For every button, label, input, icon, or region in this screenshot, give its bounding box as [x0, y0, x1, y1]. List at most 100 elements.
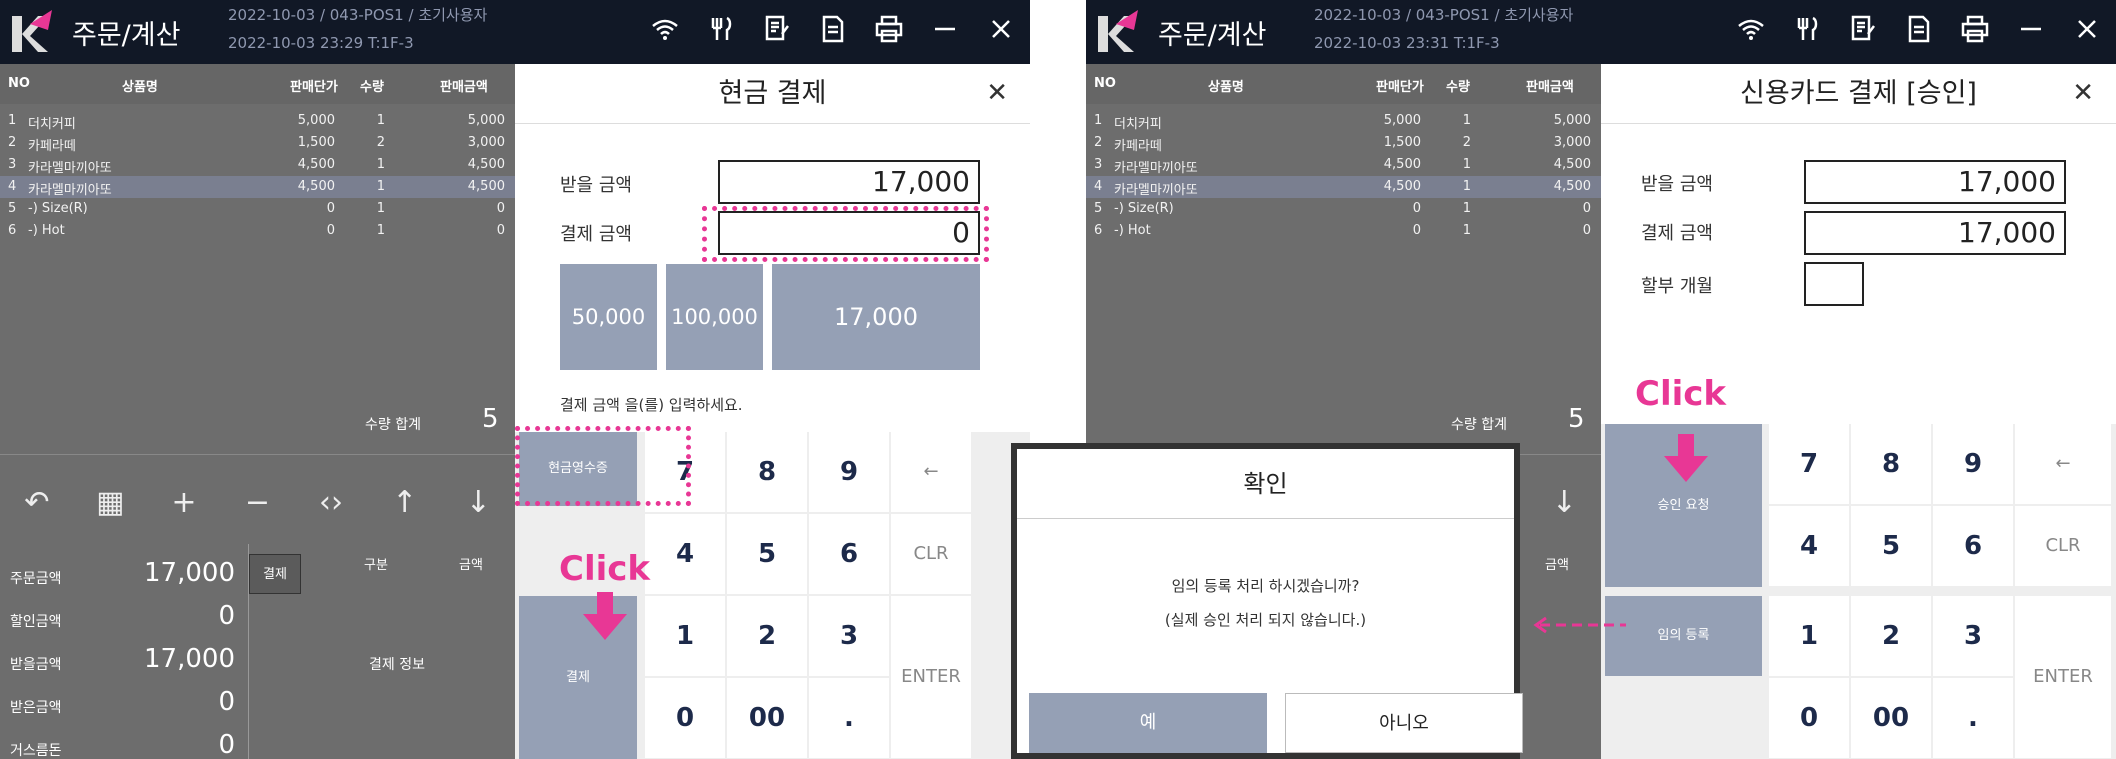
close-icon[interactable]: ✕ [986, 78, 1008, 108]
key-5[interactable]: 5 [1851, 506, 1931, 586]
receipt-icon[interactable] [1846, 14, 1880, 48]
close-icon[interactable]: ✕ [2072, 78, 2094, 108]
row-no: 5 [1094, 201, 1103, 216]
table-row[interactable]: 6 -) Hot 0 1 0 [0, 220, 515, 242]
minimize-icon[interactable] [928, 14, 962, 48]
manual-register-button[interactable]: 임의 등록 [1605, 596, 1762, 676]
receipt-icon[interactable] [760, 14, 794, 48]
key-00[interactable]: 00 [727, 678, 807, 758]
key-1[interactable]: 1 [645, 596, 725, 676]
key-8[interactable]: 8 [727, 432, 807, 512]
confirm-no-button[interactable]: 아니오 [1285, 693, 1523, 753]
utensils-icon[interactable] [704, 14, 738, 48]
undo-icon[interactable]: ↶ [12, 485, 62, 520]
document-icon[interactable] [1902, 14, 1936, 48]
row-qty: 1 [376, 201, 385, 216]
key-2[interactable]: 2 [727, 596, 807, 676]
row-amount: 3,000 [1553, 135, 1591, 150]
quick-50000-button[interactable]: 50,000 [560, 264, 657, 370]
key-6[interactable]: 6 [809, 514, 889, 594]
key-clr[interactable]: CLR [2015, 506, 2111, 586]
row-amount: 4,500 [467, 179, 505, 194]
wifi-icon[interactable] [1734, 14, 1768, 48]
row-name: -) Size(R) [28, 201, 88, 216]
printer-icon[interactable] [872, 14, 906, 48]
key-0[interactable]: 0 [645, 678, 725, 758]
installment-field[interactable] [1804, 262, 1864, 306]
printer-icon[interactable] [1958, 14, 1992, 48]
minus-icon[interactable]: − [232, 485, 282, 520]
row-name: -) Hot [28, 223, 65, 238]
close-icon[interactable] [984, 14, 1018, 48]
arrow-down-icon[interactable]: ↓ [453, 485, 503, 520]
col-price: 판매단가 [290, 80, 338, 95]
key-backspace[interactable]: ← [2015, 424, 2111, 504]
wifi-icon[interactable] [648, 14, 682, 48]
key-9[interactable]: 9 [809, 432, 889, 512]
key-backspace[interactable]: ← [891, 432, 971, 512]
key-clr[interactable]: CLR [891, 514, 971, 594]
row-amount: 0 [1582, 201, 1591, 216]
key-dot[interactable]: . [809, 678, 889, 758]
key-enter[interactable]: ENTER [891, 596, 971, 758]
confirm-yes-button[interactable]: 예 [1029, 693, 1267, 753]
row-no: 4 [1094, 179, 1103, 194]
key-4[interactable]: 4 [645, 514, 725, 594]
qty-total: 5 [1568, 404, 1585, 434]
col-name: 상품명 [1208, 80, 1244, 95]
row-price: 4,500 [1383, 179, 1421, 194]
minimize-icon[interactable] [2014, 14, 2048, 48]
arrow-up-icon[interactable]: ↑ [380, 485, 430, 520]
row-no: 2 [1094, 135, 1103, 150]
quick-exact-button[interactable]: 17,000 [772, 264, 980, 370]
key-5[interactable]: 5 [727, 514, 807, 594]
key-1[interactable]: 1 [1769, 596, 1849, 676]
table-row[interactable]: 3 카라멜마끼아또 4,500 1 4,500 [1086, 154, 1601, 176]
table-row[interactable]: 6 -) Hot 0 1 0 [1086, 220, 1601, 242]
quick-100000-button[interactable]: 100,000 [666, 264, 763, 370]
summary-label: 받은금액 [10, 700, 62, 716]
tab-payment[interactable]: 결제 [249, 554, 301, 594]
key-2[interactable]: 2 [1851, 596, 1931, 676]
summary-row: 받을금액 17,000 [0, 640, 245, 683]
session-info: 2022-10-03 / 043-POS1 / 초기사용자 [228, 6, 488, 24]
split-icon[interactable]: ‹› [306, 485, 356, 520]
key-4[interactable]: 4 [1769, 506, 1849, 586]
key-dot[interactable]: . [1933, 678, 2013, 758]
receive-amount-field[interactable]: 17,000 [718, 160, 980, 204]
arrow-down-icon[interactable]: ↓ [1539, 485, 1589, 520]
key-00[interactable]: 00 [1851, 678, 1931, 758]
key-6[interactable]: 6 [1933, 506, 2013, 586]
row-price: 0 [326, 201, 335, 216]
key-0[interactable]: 0 [1769, 678, 1849, 758]
summary-row: 할인금액 0 [0, 597, 245, 640]
table-row[interactable]: 4 카라멜마끼아또 4,500 1 4,500 [0, 176, 515, 198]
document-icon[interactable] [816, 14, 850, 48]
table-row[interactable]: 2 카페라떼 1,500 2 3,000 [1086, 132, 1601, 154]
key-3[interactable]: 3 [1933, 596, 2013, 676]
key-9[interactable]: 9 [1933, 424, 2013, 504]
pay-amount-field[interactable]: 17,000 [1804, 211, 2066, 255]
row-no: 5 [8, 201, 17, 216]
table-row[interactable]: 5 -) Size(R) 0 1 0 [1086, 198, 1601, 220]
input-hint: 결제 금액 을(를) 입력하세요. [560, 396, 743, 414]
table-row[interactable]: 1 더치커피 5,000 1 5,000 [1086, 110, 1601, 132]
receive-amount-field[interactable]: 17,000 [1804, 160, 2066, 204]
key-3[interactable]: 3 [809, 596, 889, 676]
table-row[interactable]: 2 카페라떼 1,500 2 3,000 [0, 132, 515, 154]
key-7[interactable]: 7 [1769, 424, 1849, 504]
key-enter[interactable]: ENTER [2015, 596, 2111, 758]
qty-total-label: 수량 합계 [365, 417, 421, 433]
table-row[interactable]: 5 -) Size(R) 0 1 0 [0, 198, 515, 220]
datetime-table: 2022-10-03 23:29 T:1F-3 [228, 34, 414, 52]
table-row[interactable]: 3 카라멜마끼아또 4,500 1 4,500 [0, 154, 515, 176]
calculator-icon[interactable]: ▦ [85, 485, 135, 520]
table-row[interactable]: 4 카라멜마끼아또 4,500 1 4,500 [1086, 176, 1601, 198]
close-icon[interactable] [2070, 14, 2104, 48]
order-table-header: NO 상품명 판매단가 수량 판매금액 [0, 64, 515, 104]
table-row[interactable]: 1 더치커피 5,000 1 5,000 [0, 110, 515, 132]
row-qty: 1 [376, 113, 385, 128]
utensils-icon[interactable] [1790, 14, 1824, 48]
plus-icon[interactable]: + [159, 485, 209, 520]
key-8[interactable]: 8 [1851, 424, 1931, 504]
